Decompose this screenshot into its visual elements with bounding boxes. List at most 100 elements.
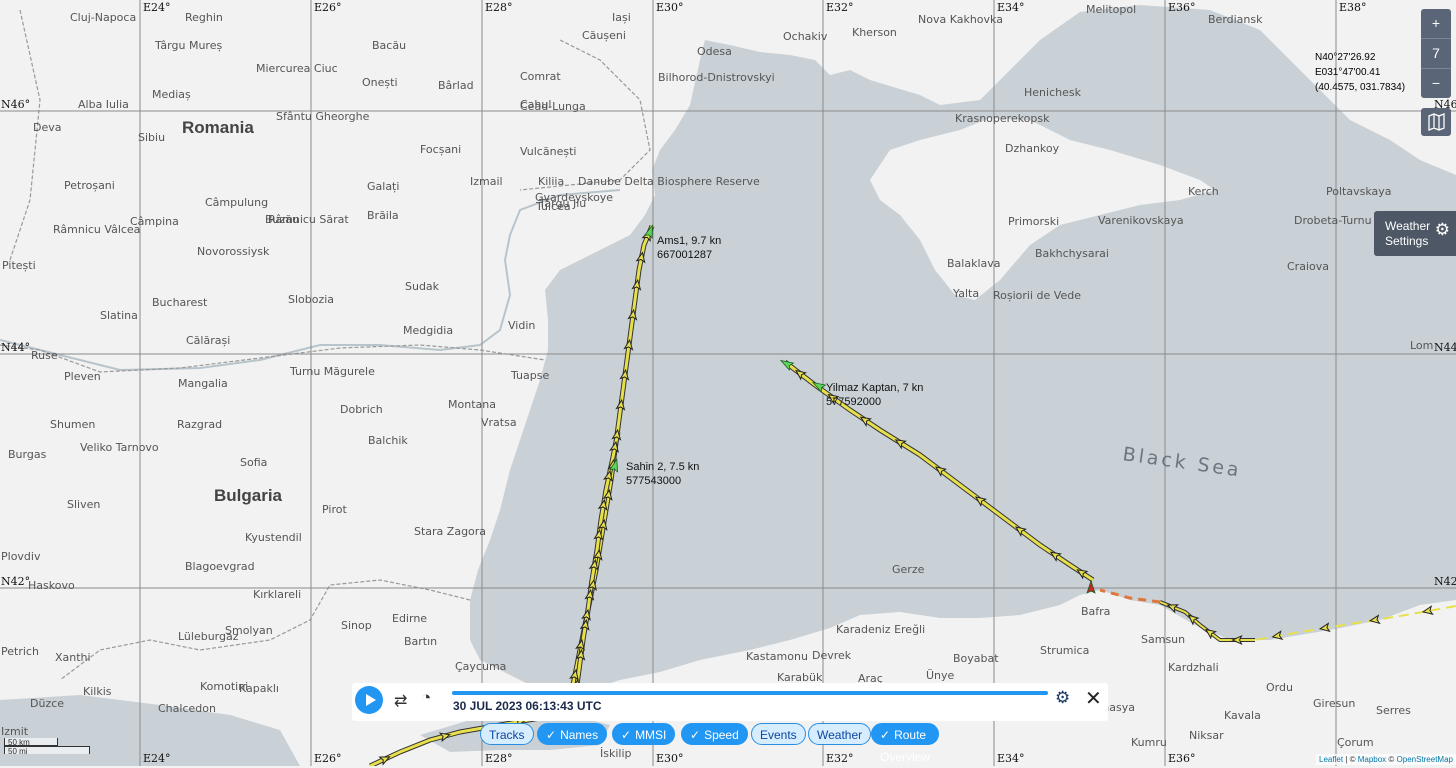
city-label: Bârlad (438, 79, 474, 92)
city-label: Miercurea Ciuc (256, 62, 338, 75)
grid-lat-right: N44° (1434, 341, 1456, 354)
zoom-in-button[interactable]: + (1421, 9, 1451, 39)
grid-lat-right: N42° (1434, 575, 1456, 588)
city-label: Bucharest (152, 296, 208, 309)
city-label: Petroșani (64, 179, 115, 192)
attribution-leaflet-link[interactable]: Leaflet (1319, 755, 1343, 764)
country-label: Romania (182, 118, 254, 137)
attribution-mapbox-link[interactable]: Mapbox (1358, 755, 1386, 764)
city-label: Kilkis (83, 685, 112, 698)
weather-settings-button[interactable]: Weather Settings ⚙ (1374, 211, 1456, 256)
ship-label-name: Yilmaz Kaptan, 7 kn (826, 382, 923, 394)
city-label: Ünye (926, 669, 955, 682)
city-label: Izmail (470, 175, 503, 188)
speedometer-icon[interactable]: ◔ (421, 688, 431, 708)
city-label: Sibiu (138, 131, 165, 144)
grid-lon-bottom: E26° (314, 752, 342, 765)
city-label: Râmnicu Vâlcea (53, 223, 140, 236)
city-label: Ordu (1266, 681, 1293, 694)
grid-lon-top: E32° (826, 1, 854, 14)
city-label: Pirot (322, 503, 347, 516)
city-label: Deva (33, 121, 62, 134)
city-label: Yalta (952, 287, 979, 300)
city-label: Tuapse (510, 369, 549, 382)
city-label: Sudak (405, 280, 440, 293)
city-label: Pleven (64, 370, 101, 383)
grid-lon-bottom: E32° (826, 752, 854, 765)
settings-gear-icon[interactable]: ⚙ (1055, 688, 1070, 708)
city-label: İskilip (600, 747, 632, 760)
city-label: Petrich (1, 645, 39, 658)
city-label: Veliko Tarnovo (80, 441, 159, 454)
city-label: Lüleburgaz (178, 630, 239, 643)
city-label: Kiliia (538, 175, 564, 188)
city-label: Kerch (1188, 185, 1219, 198)
city-label: Odesa (697, 45, 732, 58)
city-label: Sliven (67, 498, 100, 511)
city-label: Bacău (372, 39, 406, 52)
city-label: Razgrad (177, 418, 222, 431)
city-label: Henichesk (1024, 86, 1082, 99)
attribution: Leaflet | © Mapbox © OpenStreetMap (1316, 754, 1456, 765)
grid-lon-top: E36° (1168, 1, 1196, 14)
close-icon[interactable]: ✕ (1085, 686, 1102, 711)
map-layers-button[interactable] (1421, 108, 1451, 136)
city-label: Düzce (30, 697, 64, 710)
city-label: Novorossiysk (197, 245, 270, 258)
ship-label-mmsi: 667001287 (657, 249, 712, 261)
chip-label: Tracks (489, 728, 525, 742)
city-label: Varenikovskaya (1098, 214, 1184, 227)
city-label: Brăila (367, 209, 399, 222)
city-label: Danube Delta Biosphere Reserve (578, 175, 760, 188)
city-label: Poltavskaya (1326, 185, 1392, 198)
chip-weather[interactable]: Weather (808, 723, 872, 745)
attribution-sep: | © (1343, 755, 1358, 764)
grid-lon-bottom: E36° (1168, 752, 1196, 765)
chip-route-overview[interactable]: ✓ Route Overview (871, 723, 940, 764)
city-label: Xanthi (55, 651, 91, 664)
city-label: Onești (362, 76, 398, 89)
city-label: Vulcănești (520, 145, 576, 158)
city-label: Balchik (368, 434, 408, 447)
city-label: Sofia (240, 456, 267, 469)
ship-label-name: Ams1, 9.7 kn (657, 235, 721, 247)
timeline-slider[interactable] (452, 691, 1048, 695)
attribution-osm-link[interactable]: OpenStreetMap (1397, 755, 1453, 764)
zoom-control: + 7 − (1421, 9, 1451, 98)
city-label: Vratsa (481, 416, 517, 429)
city-label: Kherson (852, 26, 897, 39)
city-label: Blagoevgrad (185, 560, 255, 573)
play-button[interactable] (355, 686, 383, 714)
grid-lon-top: E30° (656, 1, 684, 14)
cursor-lon: E031°47'00.41 (1315, 67, 1381, 78)
city-label: Reghin (185, 11, 223, 24)
grid-lon-top: E26° (314, 1, 342, 14)
city-label: Vidin (508, 319, 535, 332)
grid-lat-left: N44° (1, 341, 30, 354)
city-label: Slobozia (288, 293, 334, 306)
ship-label-mmsi: 577592000 (826, 396, 881, 408)
city-label: Niksar (1189, 729, 1224, 742)
city-label: Gvardeyskoye (535, 191, 613, 204)
chip-label: Speed (704, 728, 739, 742)
chip-mmsi[interactable]: ✓ MMSI (612, 723, 676, 745)
chip-names[interactable]: ✓ Names (537, 723, 608, 745)
ship-label-mmsi: 577543000 (626, 475, 681, 487)
chip-speed[interactable]: ✓ Speed (681, 723, 748, 745)
city-label: Kardzhali (1168, 661, 1219, 674)
chip-events[interactable]: Events (751, 723, 806, 745)
chip-label: Events (760, 728, 797, 742)
swap-icon[interactable]: ⇄ (394, 691, 407, 711)
city-label: Kastamonu (746, 650, 808, 663)
city-label: Mangalia (178, 377, 228, 390)
city-label: Berdiansk (1208, 13, 1263, 26)
chip-label: Names (560, 728, 599, 742)
city-label: Izmit (1, 725, 29, 738)
chip-tracks[interactable]: Tracks (480, 723, 534, 745)
zoom-out-button[interactable]: − (1421, 69, 1451, 98)
city-label: Kyustendil (245, 531, 302, 544)
map-canvas[interactable]: E24° E26° E28° E30° E32° E34° E36° E38° … (0, 0, 1456, 766)
city-label: Primorski (1008, 215, 1059, 228)
city-label: Dzhankoy (1005, 142, 1060, 155)
city-label: Nova Kakhovka (918, 13, 1003, 26)
